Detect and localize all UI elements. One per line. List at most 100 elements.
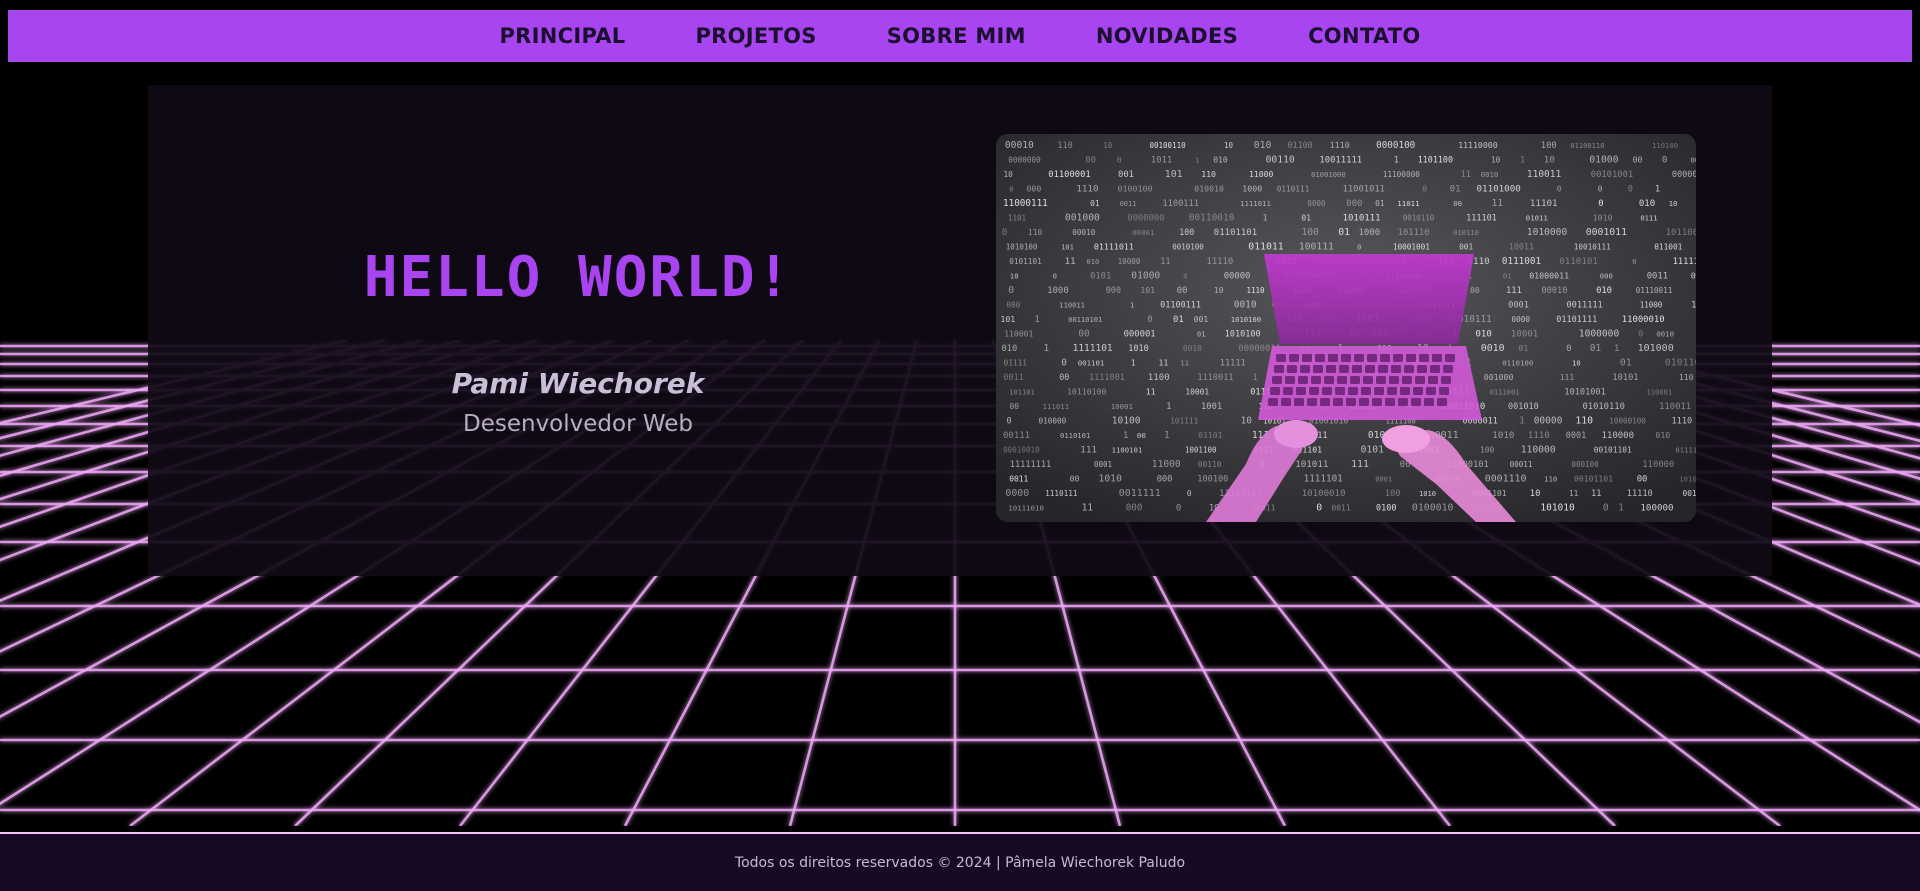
- svg-text:10: 10: [1103, 141, 1113, 150]
- svg-text:00010: 00010: [1542, 286, 1568, 296]
- svg-text:10011: 10011: [1509, 242, 1534, 252]
- svg-text:00: 00: [1633, 155, 1643, 165]
- svg-text:0011: 0011: [1647, 272, 1668, 282]
- svg-text:0100010: 0100010: [1412, 503, 1454, 514]
- svg-text:0001110: 0001110: [1485, 474, 1527, 485]
- author-name: Pami Wiechorek: [451, 367, 705, 400]
- svg-text:10: 10: [1491, 156, 1501, 165]
- svg-text:00100110: 00100110: [1150, 141, 1187, 150]
- svg-text:00010: 00010: [1005, 140, 1034, 151]
- svg-text:11110000: 11110000: [1458, 140, 1498, 150]
- svg-text:100100: 100100: [1197, 475, 1228, 485]
- svg-text:0011: 0011: [1120, 200, 1137, 208]
- svg-text:00000011: 00000011: [1690, 156, 1696, 165]
- svg-text:1110: 1110: [1330, 140, 1350, 150]
- svg-text:10000100: 10000100: [1609, 417, 1646, 426]
- svg-text:01101111: 01101111: [1556, 315, 1597, 325]
- svg-text:00110: 00110: [1198, 460, 1222, 469]
- nav-link-projetos[interactable]: PROJETOS: [695, 24, 816, 48]
- svg-text:0: 0: [1176, 504, 1181, 514]
- svg-text:11111: 11111: [1220, 359, 1246, 369]
- svg-text:1010111: 1010111: [1343, 214, 1381, 224]
- svg-text:01: 01: [1375, 199, 1385, 208]
- svg-text:01100110: 01100110: [1570, 141, 1604, 150]
- svg-text:0: 0: [1007, 417, 1012, 427]
- svg-text:110011: 110011: [1059, 301, 1085, 310]
- svg-text:0: 0: [1422, 184, 1427, 194]
- svg-text:10101: 10101: [1612, 373, 1638, 383]
- svg-text:111: 111: [1080, 445, 1097, 456]
- svg-text:01: 01: [1301, 213, 1311, 223]
- svg-text:00101101: 00101101: [1594, 446, 1632, 455]
- svg-text:110000: 110000: [1602, 431, 1635, 441]
- svg-text:111011: 111011: [1043, 402, 1070, 411]
- svg-text:1111101: 1111101: [1073, 343, 1113, 354]
- svg-text:00101101: 00101101: [1574, 474, 1613, 484]
- svg-text:11110: 11110: [1207, 257, 1234, 267]
- svg-text:0000: 0000: [1307, 199, 1326, 208]
- svg-text:0001: 0001: [1375, 476, 1392, 484]
- svg-text:110011: 110011: [1659, 402, 1691, 412]
- svg-text:000000: 000000: [1672, 170, 1696, 180]
- svg-text:0: 0: [1357, 244, 1361, 252]
- svg-text:0: 0: [1598, 199, 1603, 209]
- svg-text:1111011: 1111011: [1240, 199, 1271, 208]
- svg-text:0001011: 0001011: [1586, 227, 1627, 238]
- svg-text:0010: 0010: [1481, 170, 1499, 179]
- svg-text:1100101: 1100101: [1112, 446, 1143, 455]
- svg-text:110000: 110000: [1642, 460, 1674, 470]
- svg-text:001000: 001000: [1065, 213, 1100, 224]
- svg-text:0: 0: [1009, 185, 1013, 194]
- svg-text:1: 1: [1618, 503, 1624, 514]
- svg-text:1110: 1110: [1672, 417, 1693, 427]
- svg-text:00011: 00011: [1510, 460, 1533, 469]
- svg-text:00110: 00110: [1266, 155, 1295, 166]
- svg-text:10: 10: [1544, 155, 1555, 166]
- svg-text:1001: 1001: [1201, 402, 1222, 412]
- svg-text:10111010: 10111010: [1008, 504, 1044, 513]
- hero-section: HELLO WORLD! Pami Wiechorek Desenvolvedo…: [148, 85, 1772, 576]
- svg-text:00001: 00001: [1132, 228, 1154, 237]
- svg-text:11110: 11110: [1627, 489, 1653, 499]
- svg-text:11000: 11000: [1152, 459, 1181, 470]
- svg-text:101: 101: [1000, 314, 1015, 324]
- svg-text:110: 110: [1575, 416, 1593, 427]
- svg-text:1: 1: [1655, 185, 1660, 195]
- svg-text:0: 0: [1117, 155, 1122, 165]
- hero-title: HELLO WORLD!: [363, 245, 793, 310]
- nav-link-principal[interactable]: PRINCIPAL: [499, 24, 625, 48]
- svg-text:01101: 01101: [1198, 431, 1222, 440]
- svg-text:11: 11: [1492, 198, 1504, 209]
- svg-text:00000: 00000: [1224, 272, 1251, 282]
- svg-text:110010: 110010: [1691, 300, 1696, 310]
- laptop-coding-image: 00010 110 10 00100110 10 010 01100 1110 0000100 1…: [996, 134, 1696, 522]
- svg-text:0: 0: [1008, 285, 1014, 296]
- svg-text:111: 111: [1506, 286, 1522, 296]
- svg-text:1000000: 1000000: [1579, 329, 1620, 340]
- svg-text:010: 010: [1476, 330, 1492, 340]
- nav-link-contato[interactable]: CONTATO: [1308, 24, 1420, 48]
- svg-text:11011: 11011: [1397, 199, 1419, 208]
- svg-text:100111: 100111: [1299, 242, 1334, 253]
- svg-text:110: 110: [1201, 169, 1216, 179]
- svg-text:11000010: 11000010: [1622, 315, 1665, 325]
- svg-text:110011: 110011: [1527, 169, 1562, 180]
- svg-text:11000: 11000: [1249, 169, 1273, 179]
- nav-link-sobre-mim[interactable]: SOBRE MIM: [887, 24, 1026, 48]
- svg-text:1000: 1000: [1047, 286, 1069, 296]
- svg-text:000: 000: [1346, 199, 1362, 209]
- svg-text:1: 1: [1164, 430, 1170, 441]
- svg-text:10100010: 10100010: [1302, 489, 1346, 499]
- svg-text:11: 11: [1082, 503, 1093, 514]
- svg-text:01111: 01111: [1004, 359, 1028, 368]
- svg-text:000: 000: [1600, 272, 1613, 281]
- svg-text:010000: 010000: [1039, 417, 1067, 426]
- svg-text:01101000: 01101000: [1477, 184, 1521, 195]
- svg-text:010: 010: [1087, 257, 1100, 266]
- svg-text:1010: 1010: [1128, 344, 1148, 354]
- svg-text:0011111: 0011111: [1119, 488, 1161, 499]
- svg-text:00000: 00000: [1534, 416, 1563, 427]
- nav-link-novidades[interactable]: NOVIDADES: [1096, 24, 1238, 48]
- svg-text:000: 000: [1106, 286, 1121, 296]
- svg-text:00: 00: [1085, 156, 1096, 166]
